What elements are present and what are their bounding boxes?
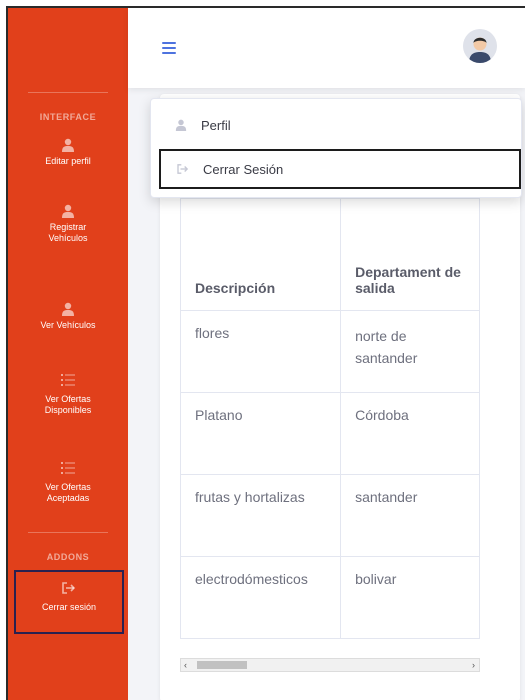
avatar-icon xyxy=(463,29,497,63)
app-frame: INTERFACE Editar perfil Registrar Vehícu… xyxy=(6,6,525,700)
sidebar-heading-interface: INTERFACE xyxy=(39,112,97,122)
user-dropdown-menu: Perfil Cerrar Sesión xyxy=(150,98,522,198)
sidebar-item-label: Cerrar sesión xyxy=(41,602,97,612)
scroll-left-icon[interactable]: ‹ xyxy=(184,659,187,671)
table-row: frutas y hortalizas santander xyxy=(180,474,480,557)
sidebar-item-ver-ofertas-disponibles[interactable]: Ver Ofertas Disponibles xyxy=(8,374,128,416)
offers-table: Descripción Departament de salida flores… xyxy=(180,198,480,639)
dropdown-item-label: Cerrar Sesión xyxy=(203,161,284,177)
topbar xyxy=(128,8,525,88)
user-icon xyxy=(62,138,74,152)
sidebar-heading-addons: ADDONS xyxy=(46,552,90,562)
horizontal-scrollbar[interactable]: ‹ › xyxy=(180,658,480,672)
list-icon xyxy=(61,374,75,386)
sidebar-divider xyxy=(28,532,108,533)
sidebar-item-ver-vehiculos[interactable]: Ver Vehículos xyxy=(8,302,128,331)
sidebar-divider xyxy=(28,92,108,93)
scrollbar-thumb[interactable] xyxy=(197,661,247,669)
cell-departamento: Córdoba xyxy=(340,392,480,475)
dropdown-item-perfil[interactable]: Perfil xyxy=(151,105,521,145)
list-icon xyxy=(61,462,75,474)
table-header-row: Descripción Departament de salida xyxy=(180,198,480,311)
sidebar-item-ver-ofertas-aceptadas[interactable]: Ver Ofertas Aceptadas xyxy=(8,462,128,504)
cell-departamento: santander xyxy=(340,474,480,557)
user-icon xyxy=(62,204,74,218)
dropdown-item-cerrar-sesion[interactable]: Cerrar Sesión xyxy=(159,149,521,189)
column-header-departamento: Departament de salida xyxy=(340,198,480,311)
sidebar-item-registrar-vehiculos[interactable]: Registrar Vehículos xyxy=(8,204,128,244)
sidebar-item-label: Registrar Vehículos xyxy=(48,222,88,243)
sidebar-item-editar-perfil[interactable]: Editar perfil xyxy=(8,138,128,167)
scroll-right-icon[interactable]: › xyxy=(472,659,475,671)
sidebar-item-cerrar-sesion[interactable]: Cerrar sesión xyxy=(14,570,124,634)
sidebar-item-label: Editar perfil xyxy=(45,156,91,166)
cell-descripcion: frutas y hortalizas xyxy=(180,474,342,557)
sidebar-item-label: Ver Vehículos xyxy=(40,320,96,330)
dropdown-item-label: Perfil xyxy=(201,117,231,133)
cell-descripcion: electrodómesticos xyxy=(180,556,342,639)
table-row: electrodómesticos bolivar xyxy=(180,556,480,639)
sign-out-icon xyxy=(62,582,76,594)
cell-departamento: bolivar xyxy=(340,556,480,639)
table-row: flores norte de santander xyxy=(180,310,480,393)
table-row: Platano Córdoba xyxy=(180,392,480,475)
sidebar-item-label: Ver Ofertas Aceptadas xyxy=(45,482,91,503)
sidebar-item-label: Ver Ofertas Disponibles xyxy=(44,394,92,415)
hamburger-icon[interactable] xyxy=(162,42,176,57)
sign-out-icon xyxy=(177,164,189,174)
sidebar: INTERFACE Editar perfil Registrar Vehícu… xyxy=(8,8,128,700)
column-header-descripcion: Descripción xyxy=(180,198,342,311)
user-icon xyxy=(62,302,74,316)
cell-departamento: norte de santander xyxy=(340,310,480,393)
column-header-label: Departament de salida xyxy=(355,264,461,296)
cell-descripcion: Platano xyxy=(180,392,342,475)
cell-descripcion: flores xyxy=(180,310,342,393)
table-scroll-area: Descripción Departament de salida flores… xyxy=(180,198,480,700)
user-icon xyxy=(175,119,187,131)
avatar[interactable] xyxy=(463,29,497,63)
